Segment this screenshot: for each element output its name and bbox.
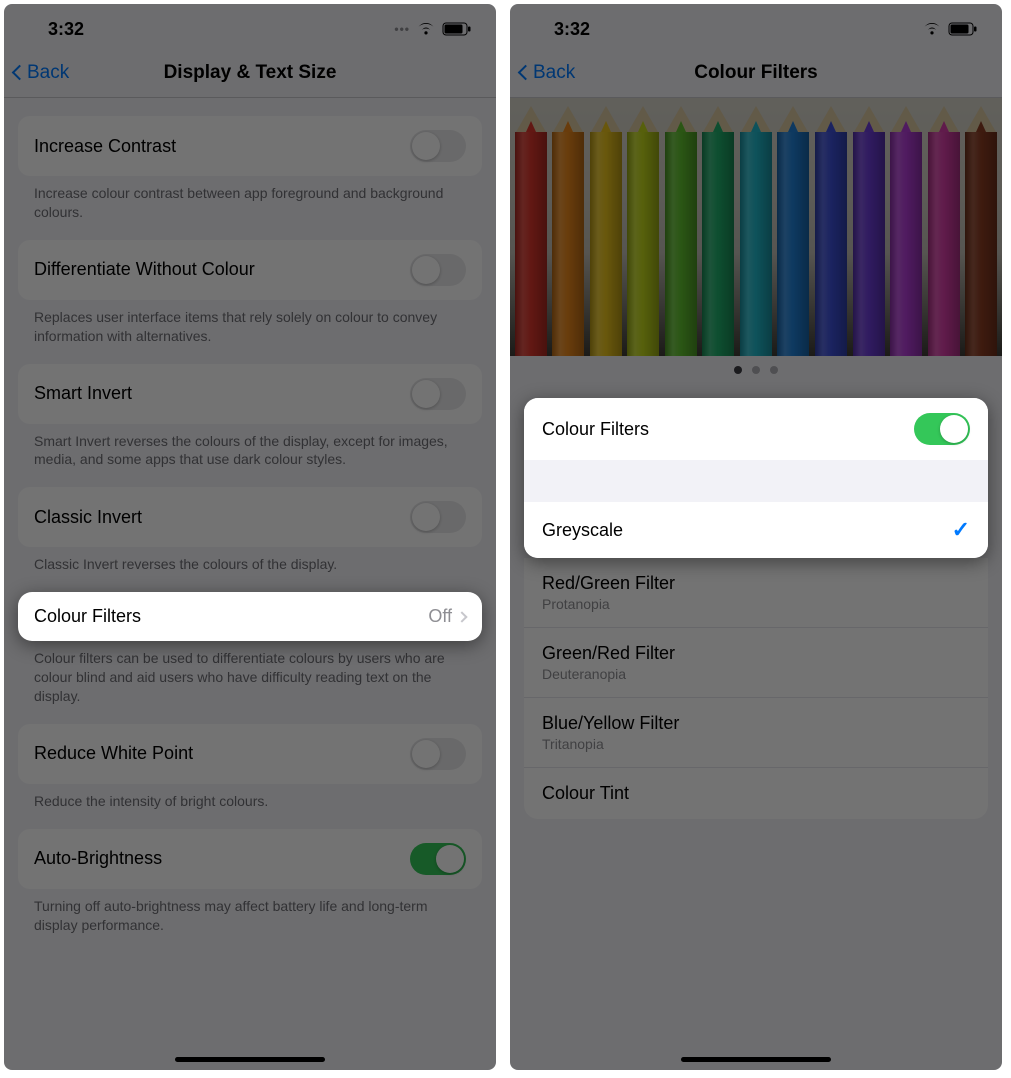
nav-bar: Back Colour Filters — [510, 48, 1002, 98]
row-label: Classic Invert — [34, 507, 410, 528]
row-label: Greyscale — [542, 520, 623, 541]
back-button[interactable]: Back — [14, 62, 69, 84]
auto-brightness-row[interactable]: Auto-Brightness — [18, 829, 482, 889]
differentiate-without-colour-toggle[interactable] — [410, 254, 466, 286]
pencil-icon — [888, 98, 924, 356]
increase-contrast-toggle[interactable] — [410, 130, 466, 162]
pencil-icon — [776, 98, 812, 356]
highlighted-section: Colour Filters Greyscale ✓ — [524, 398, 988, 558]
classic-invert-row[interactable]: Classic Invert — [18, 487, 482, 547]
row-label: Green/Red Filter — [542, 643, 675, 664]
pencil-icon — [551, 98, 587, 356]
row-subtitle: Tritanopia — [542, 736, 679, 752]
differentiate-without-colour-row[interactable]: Differentiate Without Colour — [18, 240, 482, 300]
greyscale-option[interactable]: Greyscale ✓ — [524, 502, 988, 558]
row-footer: Colour filters can be used to differenti… — [18, 641, 482, 706]
colour-filters-toggle[interactable] — [914, 413, 970, 445]
settings-list: Increase Contrast Increase colour contra… — [4, 98, 496, 1070]
status-time: 3:32 — [48, 19, 84, 40]
row-footer: Replaces user interface items that rely … — [18, 300, 482, 346]
row-label: Reduce White Point — [34, 743, 410, 764]
home-indicator — [175, 1057, 325, 1062]
battery-icon — [442, 22, 472, 36]
status-bar: 3:32 ••• — [4, 4, 496, 48]
smart-invert-row[interactable]: Smart Invert — [18, 364, 482, 424]
pencil-icon — [663, 98, 699, 356]
battery-icon — [948, 22, 978, 36]
page-dot[interactable] — [770, 366, 778, 374]
row-label: Red/Green Filter — [542, 573, 675, 594]
row-label: Colour Filters — [34, 606, 428, 627]
row-footer: Increase colour contrast between app for… — [18, 176, 482, 222]
row-label: Colour Tint — [542, 783, 629, 804]
chevron-right-icon — [456, 611, 467, 622]
nav-bar: Back Display & Text Size — [4, 48, 496, 98]
right-screenshot: 3:32 Back Colour Filters Colour Filters — [510, 4, 1002, 1070]
red-green-option[interactable]: Red/Green Filter Protanopia — [524, 558, 988, 627]
left-screenshot: 3:32 ••• Back Display & Text Size Increa… — [4, 4, 496, 1070]
pencil-icon — [813, 98, 849, 356]
colour-filters-row[interactable]: Colour Filters Off — [18, 592, 482, 641]
pencil-icon — [701, 98, 737, 356]
wifi-icon — [922, 22, 942, 36]
back-button[interactable]: Back — [520, 62, 575, 84]
green-red-option[interactable]: Green/Red Filter Deuteranopia — [524, 627, 988, 697]
page-indicator[interactable] — [510, 356, 1002, 384]
colour-filters-toggle-row[interactable]: Colour Filters — [524, 398, 988, 460]
status-icons — [922, 22, 978, 36]
page-title: Colour Filters — [510, 62, 1002, 84]
increase-contrast-row[interactable]: Increase Contrast — [18, 116, 482, 176]
pencil-icon — [513, 98, 549, 356]
pencil-icon — [626, 98, 662, 356]
row-footer: Classic Invert reverses the colours of t… — [18, 547, 482, 574]
row-subtitle: Deuteranopia — [542, 666, 675, 682]
pencil-icon — [851, 98, 887, 356]
checkmark-icon: ✓ — [952, 517, 970, 543]
row-value: Off — [428, 606, 452, 627]
status-bar: 3:32 — [510, 4, 1002, 48]
row-label: Colour Filters — [542, 419, 649, 440]
pencil-icon — [588, 98, 624, 356]
reduce-white-point-toggle[interactable] — [410, 738, 466, 770]
row-label: Auto-Brightness — [34, 848, 410, 869]
classic-invert-toggle[interactable] — [410, 501, 466, 533]
pencils-illustration — [510, 98, 1002, 356]
recording-indicator-icon: ••• — [394, 22, 410, 36]
colour-filters-content: Colour Filters Greyscale ✓ Red/Green Fil… — [510, 98, 1002, 1070]
row-label: Blue/Yellow Filter — [542, 713, 679, 734]
chevron-left-icon — [518, 65, 534, 81]
colour-tint-option[interactable]: Colour Tint — [524, 767, 988, 819]
chevron-left-icon — [12, 65, 28, 81]
blue-yellow-option[interactable]: Blue/Yellow Filter Tritanopia — [524, 697, 988, 767]
back-label: Back — [533, 62, 575, 84]
pencil-icon — [963, 98, 999, 356]
page-dot[interactable] — [734, 366, 742, 374]
wifi-icon — [416, 22, 436, 36]
auto-brightness-toggle[interactable] — [410, 843, 466, 875]
row-subtitle: Protanopia — [542, 596, 675, 612]
status-time: 3:32 — [554, 19, 590, 40]
home-indicator — [681, 1057, 831, 1062]
page-title: Display & Text Size — [4, 62, 496, 84]
back-label: Back — [27, 62, 69, 84]
row-label: Increase Contrast — [34, 136, 410, 157]
page-dot[interactable] — [752, 366, 760, 374]
pencil-icon — [738, 98, 774, 356]
colour-preview[interactable] — [510, 98, 1002, 356]
smart-invert-toggle[interactable] — [410, 378, 466, 410]
row-footer: Smart Invert reverses the colours of the… — [18, 424, 482, 470]
reduce-white-point-row[interactable]: Reduce White Point — [18, 724, 482, 784]
status-icons: ••• — [394, 22, 472, 36]
row-label: Differentiate Without Colour — [34, 259, 410, 280]
row-footer: Turning off auto-brightness may affect b… — [18, 889, 482, 935]
row-footer: Reduce the intensity of bright colours. — [18, 784, 482, 811]
filter-options-list: Red/Green Filter Protanopia Green/Red Fi… — [524, 558, 988, 819]
row-label: Smart Invert — [34, 383, 410, 404]
pencil-icon — [926, 98, 962, 356]
